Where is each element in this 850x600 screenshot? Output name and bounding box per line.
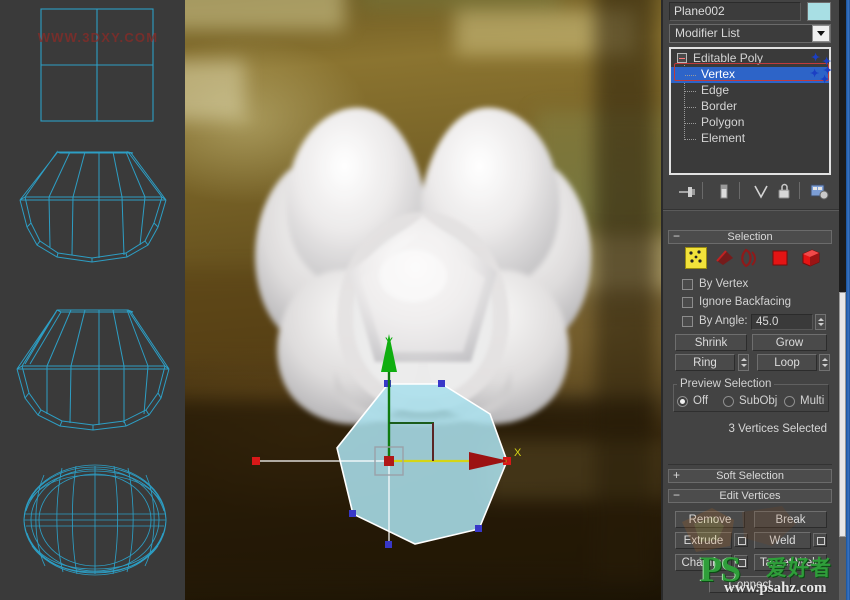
show-end-result-icon[interactable] xyxy=(714,181,734,201)
selection-rollout-title: Selection xyxy=(727,231,772,243)
by-angle-label: By Angle: xyxy=(699,315,748,327)
extrude-settings-button[interactable] xyxy=(734,533,748,547)
soft-selection-rollout-title: Soft Selection xyxy=(716,470,784,482)
flower-mesh-model[interactable]: Y X xyxy=(185,0,661,600)
target-weld-button[interactable]: Target Weld xyxy=(754,554,827,571)
stack-item-border[interactable]: Border xyxy=(671,99,829,115)
stack-item-label: Border xyxy=(701,99,737,113)
preview-selection-title: Preview Selection xyxy=(677,378,774,390)
wireframe-watermark: WWW.3DXY.COM xyxy=(37,30,159,45)
subobject-level-toolbar[interactable] xyxy=(677,246,827,270)
stack-item-element[interactable]: Element xyxy=(671,131,829,147)
vertex-subobject-icon[interactable] xyxy=(685,247,707,269)
object-name-field[interactable]: Plane002 xyxy=(669,2,801,21)
selection-rollout-header[interactable]: − Selection xyxy=(668,230,832,244)
annotation-dot-1: ✦ xyxy=(811,51,820,64)
modifier-stack[interactable]: Editable Poly Vertex Edge Border Polygon xyxy=(669,47,831,175)
ring-button[interactable]: Ring xyxy=(675,354,735,371)
polygon-subobject-icon[interactable] xyxy=(770,248,792,270)
element-subobject-icon[interactable] xyxy=(800,247,822,269)
app-root: WWW.3DXY.COM xyxy=(0,0,850,600)
preview-multi-label: Multi xyxy=(800,395,824,407)
wireframe-thumb-3 xyxy=(0,290,185,445)
configure-modifier-sets-icon[interactable] xyxy=(809,181,829,201)
loop-button[interactable]: Loop xyxy=(757,354,817,371)
stack-item-label: Edge xyxy=(701,83,729,97)
preview-off-label: Off xyxy=(693,395,708,407)
weld-settings-button[interactable] xyxy=(813,533,827,547)
connect-button[interactable]: Connect xyxy=(709,576,791,593)
edge-subobject-icon[interactable] xyxy=(714,247,736,269)
object-color-swatch[interactable] xyxy=(807,2,831,21)
edit-vertices-rollout-title: Edit Vertices xyxy=(719,490,780,502)
chamfer-button[interactable]: Chamfer xyxy=(675,554,732,571)
by-vertex-label: By Vertex xyxy=(699,278,748,290)
stack-item-label: Element xyxy=(701,131,745,145)
loop-spinner[interactable] xyxy=(819,354,830,371)
remove-button[interactable]: Remove xyxy=(675,511,745,528)
ignore-backfacing-label: Ignore Backfacing xyxy=(699,296,791,308)
annotation-dot-5: ✦ xyxy=(820,73,829,86)
shrink-button[interactable]: Shrink xyxy=(675,334,747,351)
gizmo-x-label: X xyxy=(514,447,522,459)
collapse-expand-icon[interactable] xyxy=(677,53,687,63)
stack-item-label: Polygon xyxy=(701,115,744,129)
stack-item-label: Editable Poly xyxy=(693,51,763,65)
wireframe-reference-panel: WWW.3DXY.COM xyxy=(0,0,185,600)
scrollbar-track[interactable] xyxy=(839,0,846,292)
stack-item-vertex[interactable]: Vertex xyxy=(671,67,829,83)
remove-modifier-icon[interactable] xyxy=(774,181,794,201)
rollout-expand-icon[interactable]: + xyxy=(673,469,680,481)
wireframe-thumb-1: WWW.3DXY.COM xyxy=(0,0,185,145)
by-angle-spinner[interactable] xyxy=(815,314,826,330)
command-panel: Plane002 Modifier List Editable Poly Ver… xyxy=(661,0,839,600)
chamfer-settings-button[interactable] xyxy=(734,555,748,569)
gizmo-y-label: Y xyxy=(385,335,393,349)
grow-button[interactable]: Grow xyxy=(752,334,827,351)
scrollbar-thumb[interactable] xyxy=(839,292,846,537)
annotation-dot-3: ✦ xyxy=(810,67,819,80)
preview-multi-radio[interactable] xyxy=(784,396,795,407)
rollout-collapse-icon[interactable]: − xyxy=(673,230,680,242)
modifier-stack-toolbar[interactable] xyxy=(669,180,831,202)
pin-stack-icon[interactable] xyxy=(677,181,697,201)
preview-off-radio[interactable] xyxy=(677,396,688,407)
window-edge-accent xyxy=(846,0,850,600)
stack-item-editable-poly[interactable]: Editable Poly xyxy=(671,51,829,67)
break-button[interactable]: Break xyxy=(754,511,827,528)
chevron-down-icon[interactable] xyxy=(812,25,830,42)
stack-item-edge[interactable]: Edge xyxy=(671,83,829,99)
edit-vertices-rollout-header[interactable]: − Edit Vertices xyxy=(668,489,832,503)
preview-subobj-radio[interactable] xyxy=(723,396,734,407)
make-unique-icon[interactable] xyxy=(751,181,771,201)
ring-spinner[interactable] xyxy=(738,354,749,371)
preview-subobj-label: SubObj xyxy=(739,395,777,407)
soft-selection-rollout-header[interactable]: + Soft Selection xyxy=(668,469,832,483)
by-angle-checkbox[interactable] xyxy=(682,316,693,327)
rollout-collapse-icon-2[interactable]: − xyxy=(673,489,680,501)
perspective-viewport[interactable]: Y X xyxy=(185,0,661,600)
modifier-list-dropdown[interactable]: Modifier List xyxy=(669,24,831,43)
ignore-backfacing-checkbox[interactable] xyxy=(682,297,693,308)
weld-button[interactable]: Weld xyxy=(754,532,811,549)
by-angle-value-field[interactable]: 45.0 xyxy=(751,314,813,330)
stack-item-polygon[interactable]: Polygon xyxy=(671,115,829,131)
stack-item-label: Vertex xyxy=(701,67,735,81)
border-subobject-icon[interactable] xyxy=(739,247,761,269)
by-vertex-checkbox[interactable] xyxy=(682,279,693,290)
extrude-button[interactable]: Extrude xyxy=(675,532,732,549)
wireframe-thumb-4 xyxy=(0,445,185,600)
wireframe-thumb-2 xyxy=(0,145,185,290)
selection-status-text: 3 Vertices Selected xyxy=(663,423,827,435)
command-panel-scrollbar[interactable] xyxy=(839,0,846,600)
modifier-list-label: Modifier List xyxy=(675,26,740,40)
